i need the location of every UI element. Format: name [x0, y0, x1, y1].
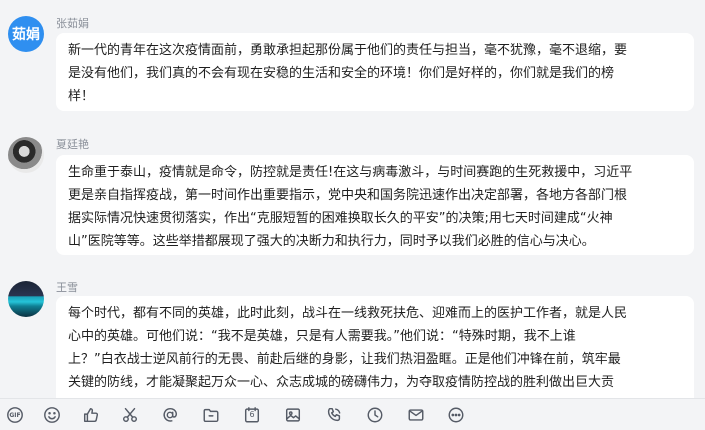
scissors-icon[interactable] — [118, 403, 142, 427]
thumbs-up-icon[interactable] — [79, 403, 103, 427]
more-icon[interactable] — [444, 403, 468, 427]
calendar-day-label: 6 — [249, 410, 255, 419]
gif-label: GIF — [9, 411, 21, 419]
avatar[interactable] — [8, 281, 44, 317]
clock-icon[interactable] — [363, 403, 387, 427]
message-line: 每个时代，都有不同的英雄，此时此刻，战斗在一线救死扶危、迎难而上的医护工作者，就… — [68, 306, 628, 321]
chat-message-list[interactable]: 茹娟 张茹娟 新一代的青年在这次疫情面前，勇敢承担起那份属于他们的责任与担当，毫… — [0, 0, 705, 398]
message-bubble[interactable]: 新一代的青年在这次疫情面前，勇敢承担起那份属于他们的责任与担当，毫不犹豫，毫不退… — [56, 33, 694, 111]
image-icon[interactable] — [281, 403, 305, 427]
mail-icon[interactable] — [404, 403, 428, 427]
phone-icon[interactable] — [322, 403, 346, 427]
calendar-icon[interactable]: 6 — [240, 403, 264, 427]
message-line: 心中的英雄。可他们说：“我不是英雄，只是有人需要我。”他们说：“特殊时期，我不上… — [68, 329, 576, 344]
avatar[interactable] — [8, 137, 44, 173]
message-line: 关键的防线，才能凝聚起万众一心、众志成城的磅礴伟力，为夺取疫情防控战的胜利做出巨… — [68, 375, 615, 390]
message-line: 山”医院等等。这些举措都展现了强大的决断力和执行力，同时予以我们必胜的信心与决心… — [68, 234, 595, 249]
sender-name: 张茹娟 — [56, 17, 89, 30]
message-bubble[interactable]: 每个时代，都有不同的英雄，此时此刻，战斗在一线救死扶危、迎难而上的医护工作者，就… — [56, 296, 694, 398]
sender-name: 夏廷艳 — [56, 138, 89, 151]
sender-name: 王雪 — [56, 281, 78, 294]
emoji-icon[interactable] — [40, 403, 64, 427]
at-icon[interactable] — [158, 403, 182, 427]
message-bubble[interactable]: 生命重于泰山，疫情就是命令，防控就是责任!在这与病毒激斗，与时间赛跑的生死救援中… — [56, 155, 694, 255]
message-line: 据实际情况快速贯彻落实，作出“克服短暂的困难换取长久的平安”的决策;用七天时间建… — [68, 211, 613, 226]
folder-icon[interactable] — [199, 403, 223, 427]
message-line: 是没有他们，我们真的不会有现在安稳的生活和安全的环境！你们是好样的，你们就是我们… — [68, 66, 615, 81]
message-line: 上？”白衣战士逆风前行的无畏、前赴后继的身影，让我们热泪盈眶。正是他们冲锋在前，… — [68, 352, 621, 367]
message-line: 更是亲自指挥疫战，第一时间作出重要指示，党中央和国务院迅速作出决定部署，各地方各… — [68, 188, 628, 203]
message-line: 样！ — [68, 89, 95, 104]
avatar[interactable]: 茹娟 — [8, 16, 44, 52]
message-line: 生命重于泰山，疫情就是命令，防控就是责任!在这与病毒激斗，与时间赛跑的生死救援中… — [68, 165, 633, 180]
message-line: 新一代的青年在这次疫情面前，勇敢承担起那份属于他们的责任与担当，毫不犹豫，毫不退… — [68, 43, 628, 58]
gif-icon[interactable]: GIF — [3, 403, 27, 427]
input-toolbar: GIF 6 — [0, 398, 705, 430]
